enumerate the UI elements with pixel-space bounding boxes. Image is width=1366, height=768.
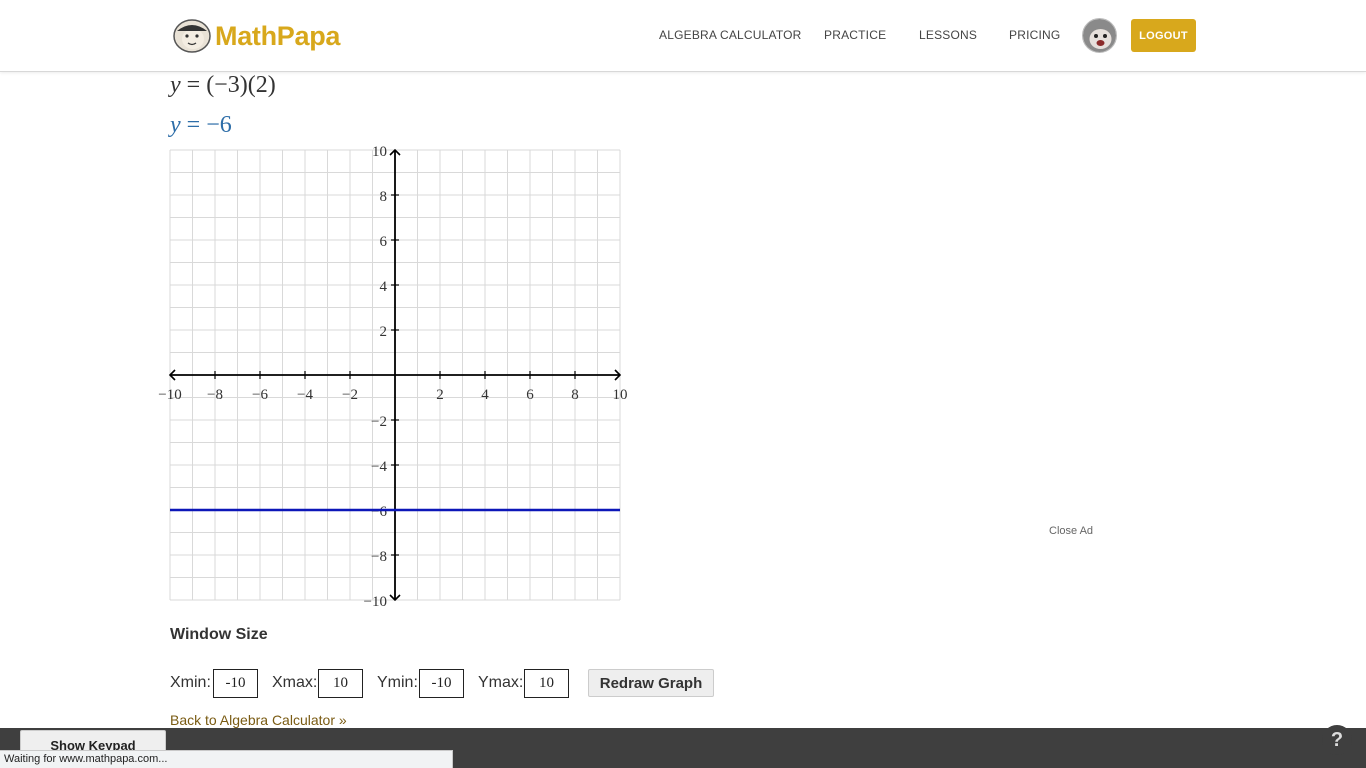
close-ad-link[interactable]: Close Ad — [1049, 525, 1093, 537]
x-tick-label: −4 — [297, 387, 313, 403]
x-tick-label: −6 — [252, 387, 268, 403]
brand-name: MathPapa — [215, 20, 341, 51]
equation-step-expression: = (−3)(2) — [180, 72, 276, 98]
help-icon[interactable]: ? — [1322, 725, 1352, 755]
xmax-input[interactable] — [318, 669, 363, 698]
y-tick-label: −6 — [371, 504, 387, 520]
back-to-calculator-link[interactable]: Back to Algebra Calculator » — [170, 712, 347, 728]
x-tick-label: 10 — [613, 387, 628, 403]
x-tick-label: 4 — [481, 387, 489, 403]
ymax-label: Ymax: — [478, 674, 524, 691]
window-size-title: Window Size — [170, 626, 268, 643]
avatar[interactable] — [1082, 18, 1117, 53]
nav-lessons[interactable]: LESSONS — [919, 28, 977, 42]
ymax-input[interactable] — [524, 669, 569, 698]
redraw-graph-button[interactable]: Redraw Graph — [588, 669, 714, 697]
site-header: MathPapa ALGEBRA CALCULATOR PRACTICE LES… — [0, 0, 1366, 72]
mathpapa-logo-icon — [173, 19, 211, 53]
x-tick-label: −2 — [342, 387, 358, 403]
x-tick-label: 8 — [571, 387, 579, 403]
graph-plot: −10 −8 −6 −4 −2 2 4 6 8 10 10 8 6 4 2 −2 −4 −6 −8 −10 — [158, 144, 628, 610]
x-tick-label: −10 — [158, 387, 181, 403]
equation-result-variable: y — [170, 112, 181, 138]
y-tick-label: 8 — [380, 189, 388, 205]
y-tick-label: 6 — [380, 234, 388, 250]
xmin-input[interactable] — [213, 669, 258, 698]
nav-pricing[interactable]: PRICING — [1009, 28, 1060, 42]
y-tick-label: −4 — [371, 459, 387, 475]
x-tick-label: 6 — [526, 387, 534, 403]
brand[interactable]: MathPapa — [173, 17, 340, 55]
y-tick-label: 4 — [380, 279, 388, 295]
equation-step: y = (−3)(2) — [170, 72, 276, 99]
xmax-label: Xmax: — [272, 674, 318, 691]
y-tick-label: −8 — [371, 549, 387, 565]
nav-algebra-calculator[interactable]: ALGEBRA CALCULATOR — [659, 28, 802, 42]
equation-result: y = −6 — [170, 112, 232, 139]
ymin-label: Ymin: — [377, 674, 418, 691]
xmin-label: Xmin: — [170, 674, 211, 691]
y-tick-label: −10 — [364, 594, 387, 610]
x-tick-label: −8 — [207, 387, 223, 403]
y-tick-label: 2 — [380, 324, 388, 340]
nav-practice[interactable]: PRACTICE — [824, 28, 886, 42]
ymin-input[interactable] — [419, 669, 464, 698]
avatar-image-icon — [1083, 19, 1116, 52]
x-tick-label: 2 — [436, 387, 444, 403]
logout-button[interactable]: LOGOUT — [1131, 19, 1196, 52]
equation-result-expression: = −6 — [180, 112, 232, 138]
y-tick-label: 10 — [372, 144, 387, 160]
equation-step-variable: y — [170, 72, 181, 98]
y-tick-label: −2 — [371, 414, 387, 430]
browser-status-bar: Waiting for www.mathpapa.com... — [0, 750, 453, 768]
